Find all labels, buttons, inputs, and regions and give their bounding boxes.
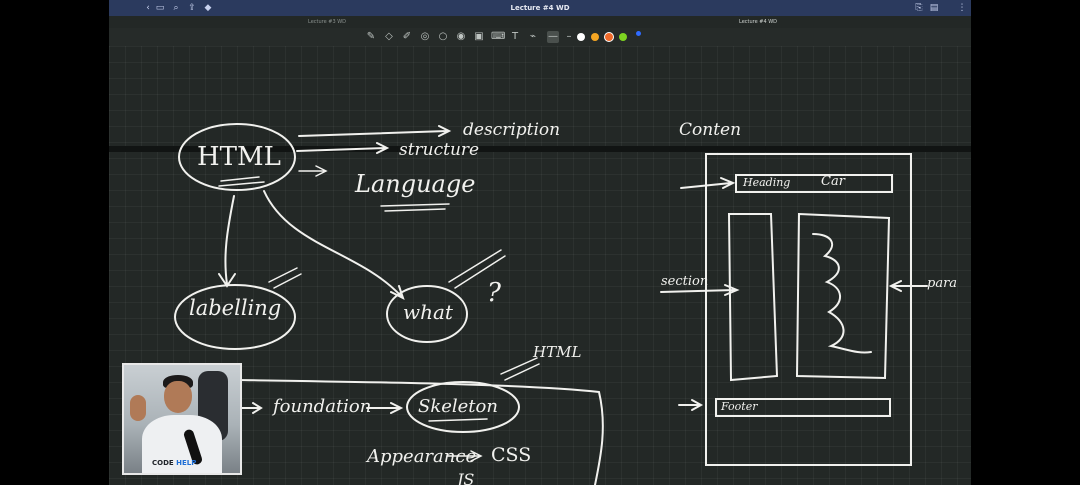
zigzag-content (812, 233, 872, 354)
thin-stroke-button[interactable]: — (547, 31, 559, 43)
drawing-toolbar: ✎ ◇ ✐ ◎ ○ ◉ ▣ ⌨ T ⌁ — – (109, 28, 971, 46)
note-car: Car (821, 174, 845, 189)
note-html: HTML (197, 142, 281, 172)
arrow-to-skeleton (366, 402, 404, 414)
color-red-orange-swatch[interactable] (605, 33, 613, 41)
color-green-swatch[interactable] (619, 33, 627, 41)
arrow-to-language (298, 165, 328, 177)
tab-lecture-3[interactable]: Lecture #3 WD (308, 19, 346, 25)
title-bar: ‹ ▭ ⌕ ⇪ ◆ Lecture #4 WD ⎘ ▤ ⋮ (109, 0, 971, 16)
sidebar-box (727, 213, 779, 382)
note-skeleton: Skeleton (418, 396, 498, 417)
note-para: para (927, 276, 958, 291)
shapes-icon[interactable]: ◎ (419, 31, 431, 43)
instructor-webcam-overlay: CODE HELP (122, 363, 242, 475)
more-icon[interactable]: ⋮ (957, 2, 967, 14)
arrow-to-structure (296, 142, 390, 154)
instructor-hand (130, 395, 146, 421)
language-underline (380, 203, 450, 212)
arrow-para (888, 280, 928, 292)
text-icon[interactable]: T (509, 31, 521, 43)
note-heading: Heading (743, 176, 791, 189)
camera-icon[interactable]: ◉ (455, 31, 467, 43)
medium-stroke-button[interactable]: – (563, 31, 575, 43)
arrow-footer (678, 399, 704, 411)
instructor-face (164, 381, 192, 413)
html-underline (218, 176, 265, 187)
highlighter-icon[interactable]: ✐ (401, 31, 413, 43)
branch-to-labelling (218, 195, 236, 288)
document-title[interactable]: Lecture #4 WD (109, 4, 971, 12)
outline-icon[interactable]: ⎘ (914, 2, 924, 14)
arrow-to-description (298, 125, 452, 137)
keyboard-icon[interactable]: ⌨ (491, 31, 505, 43)
pen-icon[interactable]: ✎ (365, 31, 377, 43)
note-description: description (463, 120, 561, 140)
note-foundation: foundation (273, 396, 372, 417)
note-labelling: labelling (189, 296, 282, 320)
color-blue-swatch[interactable] (636, 31, 641, 36)
eraser-icon[interactable]: ◇ (383, 31, 395, 43)
note-html-small: HTML (533, 343, 582, 361)
document-icon[interactable]: ▤ (929, 2, 939, 14)
note-footer: Footer (721, 400, 758, 413)
laser-icon[interactable]: ⌁ (527, 31, 539, 43)
note-js: JS (457, 470, 475, 485)
note-content: Conten (679, 120, 742, 140)
skeleton-underline (428, 418, 488, 422)
shirt-logo: CODE HELP (152, 459, 197, 467)
note-what: what (403, 300, 453, 324)
image-icon[interactable]: ▣ (473, 31, 485, 43)
main-box (795, 212, 891, 380)
color-orange-swatch[interactable] (591, 33, 599, 41)
labelling-tick (268, 267, 302, 289)
page-outline (705, 153, 912, 466)
color-white-swatch[interactable] (577, 33, 585, 41)
lasso-icon[interactable]: ○ (437, 31, 449, 43)
note-structure: structure (399, 140, 480, 160)
note-language: Language (355, 170, 476, 198)
skeleton-tick (500, 357, 540, 381)
note-section: section (661, 274, 709, 289)
tab-bar: Lecture #3 WD Lecture #4 WD (109, 16, 971, 28)
tab-lecture-4[interactable]: Lecture #4 WD (739, 19, 777, 25)
note-appearance: Appearance (367, 446, 477, 467)
note-css: CSS (491, 444, 532, 466)
note-question-mark: ? (487, 278, 501, 308)
